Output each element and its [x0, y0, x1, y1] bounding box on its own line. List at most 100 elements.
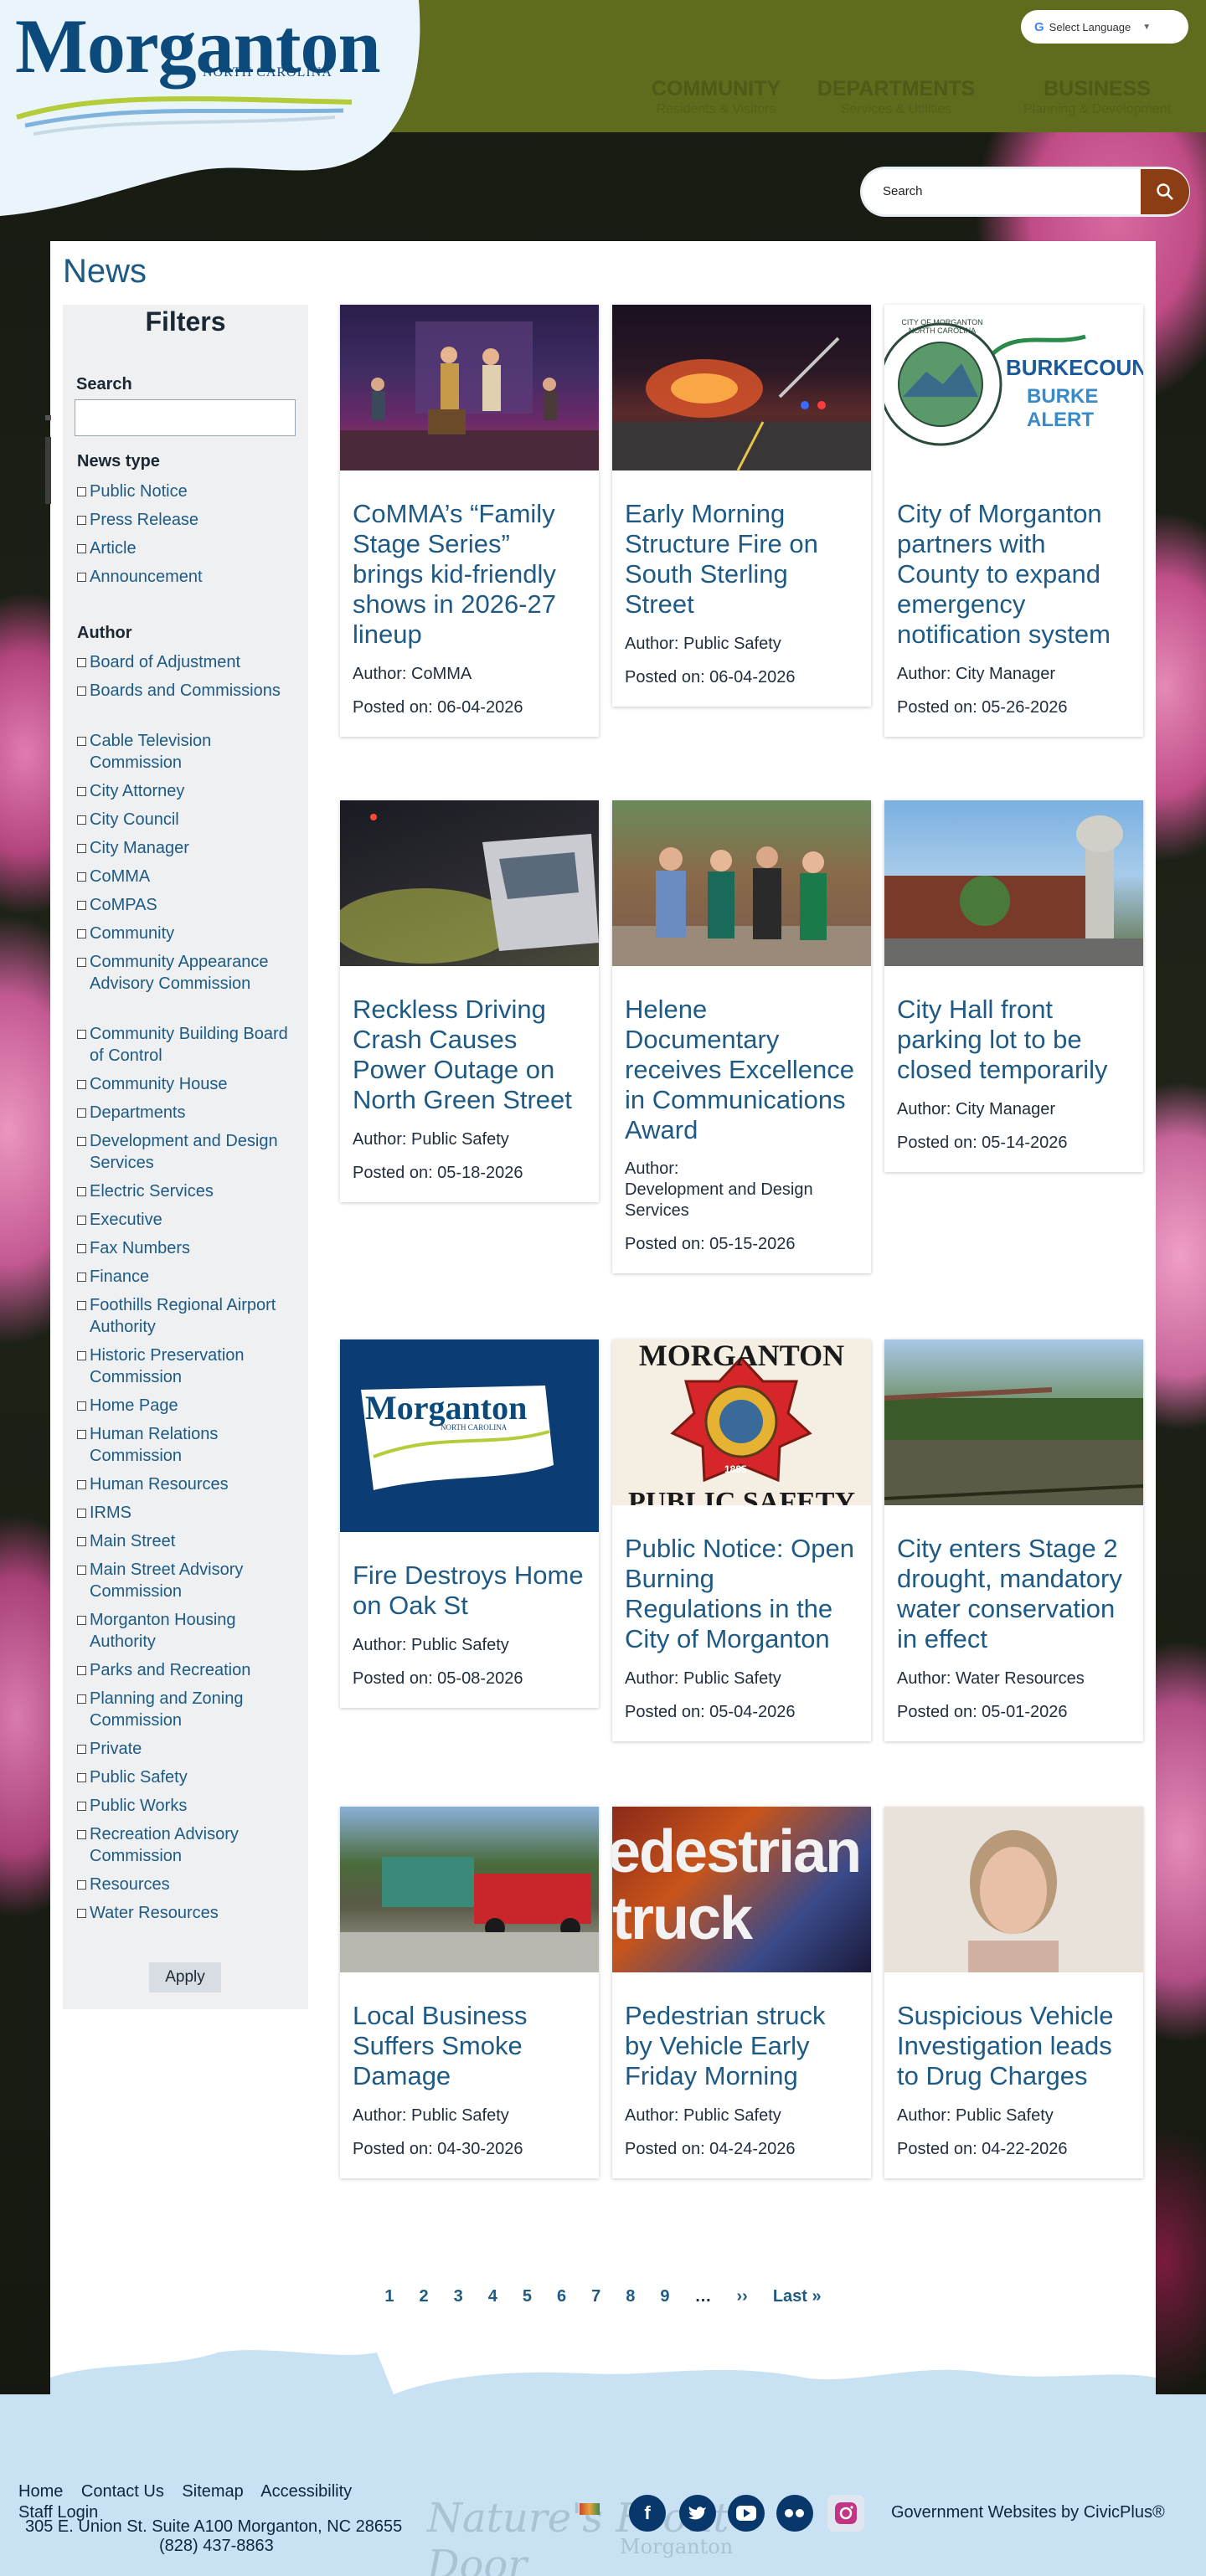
author-option[interactable]: IRMS [77, 1502, 296, 1524]
site-search-input[interactable]: Search [863, 169, 1189, 214]
checkbox[interactable] [77, 1351, 86, 1360]
article-image-burke-alert[interactable]: CITY OF MORGANTON NORTH CAROLINA BURKECO… [884, 305, 1143, 470]
checkbox[interactable] [77, 1566, 86, 1575]
search-button[interactable] [1141, 169, 1189, 214]
checkbox[interactable] [77, 1273, 86, 1282]
author-option[interactable]: Public Works [77, 1795, 296, 1817]
checkbox[interactable] [77, 958, 86, 967]
page-link[interactable]: 4 [485, 2287, 501, 2306]
author-option[interactable]: Departments [77, 1102, 296, 1123]
checkbox[interactable] [77, 737, 86, 746]
author-option[interactable]: Private [77, 1738, 296, 1760]
checkbox[interactable] [77, 516, 86, 525]
footer-link-home[interactable]: Home [18, 2482, 63, 2501]
author-option[interactable]: Recreation Advisory Commission [77, 1823, 296, 1867]
author-option[interactable]: Community House [77, 1073, 296, 1095]
page-link[interactable]: ›› [733, 2287, 750, 2306]
footer-link-accessibility[interactable]: Accessibility [260, 2482, 352, 2501]
checkbox[interactable] [77, 1745, 86, 1754]
checkbox[interactable] [77, 1080, 86, 1089]
author-option[interactable]: Finance [77, 1266, 296, 1288]
news-type-option[interactable]: Press Release [77, 509, 296, 531]
civicplus-credit[interactable]: Government Websites by CivicPlus® [891, 2503, 1165, 2522]
author-option[interactable]: Boards and Commissions [77, 680, 296, 702]
author-option[interactable]: Community [77, 923, 296, 944]
page-link[interactable]: 8 [622, 2287, 638, 2306]
author-option[interactable]: Water Resources [77, 1902, 296, 1924]
author-option[interactable]: Parks and Recreation [77, 1659, 296, 1681]
article-card[interactable]: edestrian truck Pedestrian struck by Veh… [612, 1807, 871, 2178]
checkbox[interactable] [77, 1694, 86, 1704]
checkbox[interactable] [77, 844, 86, 853]
author-option[interactable]: Home Page [77, 1395, 296, 1417]
article-card[interactable]: Helene Documentary receives Excellence i… [612, 800, 871, 1273]
author-option[interactable]: Public Safety [77, 1766, 296, 1788]
article-image-pedestrian[interactable]: edestrian truck [612, 1807, 871, 1972]
author-option[interactable]: Foothills Regional Airport Authority [77, 1294, 296, 1338]
accessibility-side-tabs[interactable] [45, 415, 51, 504]
facebook-icon[interactable]: f [629, 2495, 666, 2532]
article-title[interactable]: Reckless Driving Crash Causes Power Outa… [353, 995, 586, 1115]
author-option[interactable]: Human Relations Commission [77, 1423, 296, 1467]
article-title[interactable]: Public Notice: Open Burning Regulations … [625, 1534, 858, 1654]
checkbox[interactable] [77, 573, 86, 582]
footer-link-sitemap[interactable]: Sitemap [182, 2482, 243, 2501]
news-type-option[interactable]: Announcement [77, 566, 296, 588]
instagram-icon[interactable] [827, 2495, 864, 2532]
article-image-river-drought[interactable] [884, 1339, 1143, 1505]
author-option[interactable]: Community Building Board of Control [77, 1023, 296, 1067]
article-title[interactable]: Pedestrian struck by Vehicle Early Frida… [625, 2001, 858, 2091]
checkbox[interactable] [77, 686, 86, 696]
checkbox[interactable] [77, 1187, 86, 1196]
checkbox[interactable] [77, 544, 86, 553]
checkbox[interactable] [77, 658, 86, 667]
author-option[interactable]: Historic Preservation Commission [77, 1345, 296, 1388]
apply-filters-button[interactable]: Apply [149, 1962, 221, 1992]
author-option[interactable]: Resources [77, 1874, 296, 1895]
article-card[interactable]: CITY OF MORGANTON NORTH CAROLINA BURKECO… [884, 305, 1143, 737]
article-image-award[interactable] [612, 800, 871, 966]
article-card[interactable]: Reckless Driving Crash Causes Power Outa… [340, 800, 599, 1202]
news-type-option[interactable]: Public Notice [77, 481, 296, 502]
author-option[interactable]: City Council [77, 809, 296, 830]
article-title[interactable]: City Hall front parking lot to be closed… [897, 995, 1131, 1085]
checkbox[interactable] [77, 1802, 86, 1811]
language-selector[interactable]: G Select Language ▼ [1021, 10, 1188, 44]
nav-community[interactable]: COMMUNITY Residents & Visitors [632, 77, 800, 117]
twitter-icon[interactable] [679, 2495, 716, 2532]
article-card[interactable]: Local Business Suffers Smoke Damage Auth… [340, 1807, 599, 2178]
footer-link-contact[interactable]: Contact Us [81, 2482, 164, 2501]
checkbox[interactable] [77, 487, 86, 496]
article-title[interactable]: CoMMA’s “Family Stage Series” brings kid… [353, 499, 586, 650]
author-option[interactable]: Planning and Zoning Commission [77, 1688, 296, 1731]
article-image-mugshot[interactable] [884, 1807, 1143, 1972]
youtube-icon[interactable] [728, 2495, 765, 2532]
flickr-icon[interactable] [776, 2495, 813, 2532]
checkbox[interactable] [77, 1666, 86, 1675]
author-option[interactable]: Executive [77, 1209, 296, 1231]
page-link[interactable]: 7 [588, 2287, 604, 2306]
article-card[interactable]: CoMMA’s “Family Stage Series” brings kid… [340, 305, 599, 737]
checkbox[interactable] [77, 1537, 86, 1546]
checkbox[interactable] [77, 1480, 86, 1489]
author-option[interactable]: CoMPAS [77, 894, 296, 916]
author-option[interactable]: CoMMA [77, 866, 296, 887]
article-image-morganton-logo[interactable]: Morganton NORTH CAROLINA [340, 1339, 599, 1532]
page-link[interactable]: 1 [381, 2287, 397, 2306]
checkbox[interactable] [77, 1830, 86, 1839]
author-option[interactable]: Cable Television Commission [77, 730, 296, 774]
checkbox[interactable] [77, 1430, 86, 1439]
author-option[interactable]: City Manager [77, 837, 296, 859]
checkbox[interactable] [77, 1244, 86, 1253]
article-image-city-hall[interactable] [884, 800, 1143, 966]
checkbox[interactable] [77, 872, 86, 882]
article-image-crash[interactable] [340, 800, 599, 966]
article-card[interactable]: City Hall front parking lot to be closed… [884, 800, 1143, 1172]
checkbox[interactable] [77, 1909, 86, 1918]
author-option[interactable]: Main Street [77, 1530, 296, 1552]
article-title[interactable]: Suspicious Vehicle Investigation leads t… [897, 2001, 1131, 2091]
author-option[interactable]: Electric Services [77, 1180, 296, 1202]
article-image-public-safety[interactable]: MORGANTON 1885 PUBLIC SAFETY [612, 1339, 871, 1505]
checkbox[interactable] [77, 1880, 86, 1890]
article-image-smoke-damage[interactable] [340, 1807, 599, 1972]
